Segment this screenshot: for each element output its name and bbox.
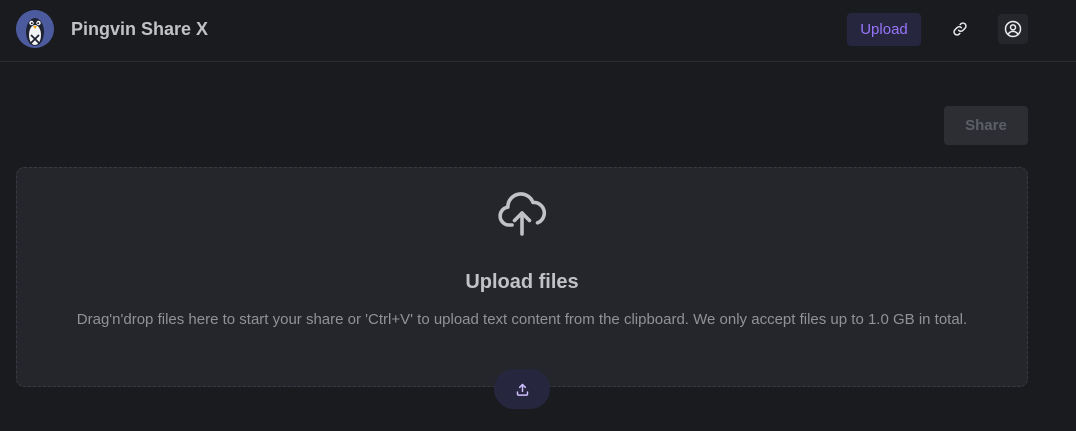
dropzone-description: Drag'n'drop files here to start your sha… <box>76 311 968 328</box>
link-icon <box>953 22 967 36</box>
header: Pingvin Share X Upload <box>0 0 1076 62</box>
user-menu-button[interactable] <box>998 14 1028 44</box>
cloud-upload-icon <box>497 192 549 238</box>
nav-upload-button[interactable]: Upload <box>847 13 921 46</box>
upload-files-button[interactable] <box>494 369 550 409</box>
penguin-logo[interactable] <box>16 10 54 48</box>
links-button[interactable] <box>945 14 975 44</box>
dropzone-title: Upload files <box>465 271 579 293</box>
share-button[interactable]: Share <box>944 106 1028 145</box>
user-circle-icon <box>1004 20 1022 38</box>
upload-icon <box>516 383 528 396</box>
penguin-logo-icon <box>16 10 54 48</box>
app-title[interactable]: Pingvin Share X <box>71 18 208 40</box>
